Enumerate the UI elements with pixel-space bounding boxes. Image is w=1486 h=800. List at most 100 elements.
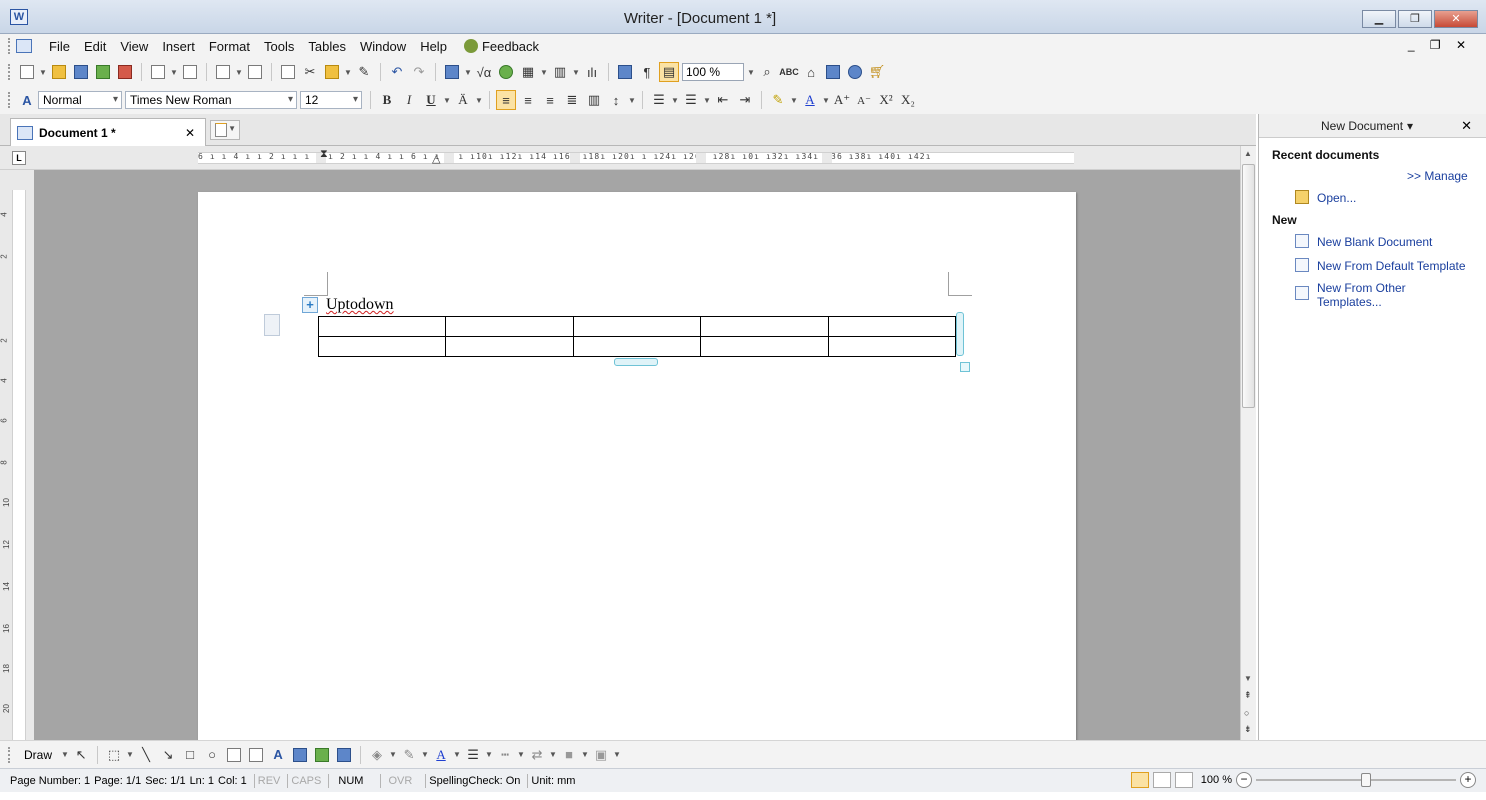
insert-object-icon[interactable] (334, 745, 354, 765)
column-marker[interactable] (570, 153, 580, 163)
manage-link[interactable]: >> Manage (1407, 169, 1468, 183)
status-column[interactable]: Col: 1 (218, 775, 251, 787)
table-cell[interactable] (827, 316, 957, 337)
table-cell[interactable] (700, 316, 829, 337)
menu-window[interactable]: Window (353, 39, 413, 54)
insert-field-icon[interactable] (442, 62, 462, 82)
menu-feedback[interactable]: Feedback (482, 39, 546, 54)
chevron-down-icon[interactable]: ▼ (443, 90, 451, 110)
shadow-icon[interactable]: ■ (559, 745, 579, 765)
status-caps[interactable]: CAPS (291, 775, 325, 787)
status-rev[interactable]: REV (258, 775, 285, 787)
table-move-handle-icon[interactable]: + (302, 297, 318, 313)
insert-chart-icon[interactable]: ılı (582, 62, 602, 82)
close-pane-icon[interactable]: ✕ (1461, 118, 1472, 134)
scroll-down-icon[interactable]: ▼ (1244, 674, 1252, 683)
table-cell[interactable] (445, 316, 574, 337)
new-tab-button[interactable]: ▼ (210, 120, 240, 140)
select-pointer-icon[interactable]: ↖ (71, 745, 91, 765)
export-pdf-icon[interactable] (115, 62, 135, 82)
line-icon[interactable]: ╲ (136, 745, 156, 765)
distribute-icon[interactable]: ▥ (584, 90, 604, 110)
highlight-icon[interactable]: ✎ (768, 90, 788, 110)
open-folder-icon[interactable] (49, 62, 69, 82)
chevron-down-icon[interactable]: ▼ (540, 62, 548, 82)
new-from-other-templates-link[interactable]: New From Other Templates... (1317, 281, 1447, 309)
print-preview-icon[interactable] (180, 62, 200, 82)
column-marker[interactable] (444, 153, 454, 163)
tab-stop-selector[interactable]: L (12, 151, 26, 165)
find-replace-icon[interactable]: ⌕ (757, 62, 777, 82)
ruler-scale[interactable]: 6 ı ı 4 ı ı 2 ı ı ı ı ı 2 ı ı 4 ı ı 6 ı … (198, 152, 1074, 164)
ellipse-icon[interactable]: ○ (202, 745, 222, 765)
navigator-icon[interactable] (615, 62, 635, 82)
chevron-down-icon[interactable]: ▼ (389, 745, 397, 765)
shrink-font-icon[interactable]: A⁻ (854, 90, 874, 110)
help-icon[interactable] (845, 62, 865, 82)
print-layout-view-icon[interactable] (1130, 772, 1149, 788)
browse-object-icon[interactable]: ○ (1244, 708, 1249, 718)
add-column-handle[interactable] (956, 312, 964, 356)
vertical-text-box-icon[interactable] (246, 745, 266, 765)
chevron-down-icon[interactable]: ▾ (1407, 119, 1413, 133)
table-cell[interactable] (827, 336, 957, 357)
add-row-handle[interactable] (614, 358, 658, 366)
bullets-icon[interactable]: ☰ (681, 90, 701, 110)
picture-icon[interactable] (312, 745, 332, 765)
toolbar-grip[interactable] (8, 38, 12, 54)
grow-font-icon[interactable]: A⁺ (832, 90, 852, 110)
table-cell[interactable] (572, 336, 702, 357)
indent-marker-icon[interactable]: ⧗ (320, 148, 328, 161)
chevron-down-icon[interactable]: ▼ (126, 745, 134, 765)
chevron-down-icon[interactable]: ▼ (572, 62, 580, 82)
3d-icon[interactable]: ▣ (591, 745, 611, 765)
columns-icon[interactable]: ▥ (550, 62, 570, 82)
chevron-down-icon[interactable]: ▼ (421, 745, 429, 765)
font-name-select[interactable]: Times New Roman (125, 91, 297, 109)
chevron-down-icon[interactable]: ▼ (671, 90, 679, 110)
cut-icon[interactable]: ✂ (300, 62, 320, 82)
status-unit[interactable]: Unit: mm (531, 775, 579, 787)
justify-icon[interactable]: ≣ (562, 90, 582, 110)
menu-view[interactable]: View (113, 39, 155, 54)
web-layout-view-icon[interactable] (1152, 772, 1171, 788)
vertical-scrollbar[interactable]: ▲ ▼ ⇞ ○ ⇟ (1240, 146, 1256, 740)
status-spelling[interactable]: SpellingCheck: On (429, 775, 524, 787)
font-size-select[interactable]: 12 (300, 91, 362, 109)
chevron-down-icon[interactable]: ▼ (790, 90, 798, 110)
chevron-down-icon[interactable]: ▼ (703, 90, 711, 110)
text-box-icon[interactable] (224, 745, 244, 765)
column-marker[interactable] (696, 153, 706, 163)
menu-file[interactable]: File (42, 39, 77, 54)
paragraph-style-select[interactable]: Normal (38, 91, 122, 109)
font-color-icon[interactable]: A (800, 90, 820, 110)
close-button[interactable]: ✕ (1434, 10, 1478, 28)
chevron-down-icon[interactable]: ▼ (39, 62, 47, 82)
draw-menu-button[interactable]: Draw (24, 748, 52, 762)
undo-icon[interactable]: ↶ (387, 62, 407, 82)
zoom-slider-thumb[interactable] (1360, 773, 1371, 787)
zoom-select[interactable]: 100 % (682, 63, 744, 81)
chevron-down-icon[interactable]: ▼ (475, 90, 483, 110)
table-resize-handle[interactable] (960, 362, 970, 372)
chevron-down-icon[interactable]: ▼ (228, 124, 236, 133)
scroll-thumb[interactable] (1242, 164, 1255, 408)
spellcheck-icon[interactable]: ABC (779, 62, 799, 82)
minimize-button[interactable]: ▁ (1362, 10, 1396, 28)
horizontal-ruler[interactable]: L 6 ı ı 4 ı ı 2 ı ı ı ı ı 2 ı ı 4 ı ı 6 … (0, 146, 1256, 170)
autoshapes-icon[interactable]: ⬚ (104, 745, 124, 765)
menu-format[interactable]: Format (202, 39, 257, 54)
menu-edit[interactable]: Edit (77, 39, 113, 54)
toolbar-grip[interactable] (8, 92, 12, 108)
chevron-down-icon[interactable]: ▼ (581, 745, 589, 765)
wordart-icon[interactable]: A (268, 745, 288, 765)
line-color-icon[interactable]: ✎ (399, 745, 419, 765)
chevron-down-icon[interactable]: ▼ (517, 745, 525, 765)
zoom-slider[interactable] (1256, 773, 1456, 787)
line-style-icon[interactable]: ☰ (463, 745, 483, 765)
page-break-icon[interactable] (245, 62, 265, 82)
right-indent-marker-icon[interactable]: △ (432, 152, 440, 165)
chevron-down-icon[interactable]: ▼ (628, 90, 636, 110)
menu-insert[interactable]: Insert (155, 39, 202, 54)
redo-icon[interactable]: ↷ (409, 62, 429, 82)
